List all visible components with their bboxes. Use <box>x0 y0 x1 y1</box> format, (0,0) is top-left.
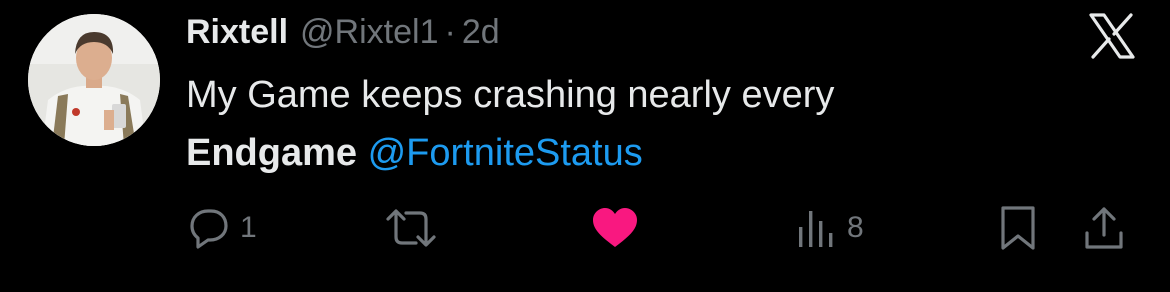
bookmark-icon <box>1001 206 1035 250</box>
reply-button[interactable]: 1 <box>186 198 257 258</box>
bold-text: Endgame <box>186 132 358 174</box>
tweet-card[interactable]: Rixtell @Rixtel1 · 2d My Game keeps cras… <box>0 0 1170 292</box>
like-button[interactable] <box>590 198 640 258</box>
avatar[interactable] <box>28 14 160 146</box>
bookmark-button[interactable] <box>996 198 1040 258</box>
reply-count: 1 <box>240 211 257 244</box>
display-name[interactable]: Rixtell <box>186 13 288 52</box>
retweet-button[interactable] <box>384 198 438 258</box>
timestamp[interactable]: 2d <box>462 13 500 52</box>
views-button[interactable]: 8 <box>795 198 864 258</box>
retweet-icon <box>386 209 436 247</box>
reply-icon <box>190 209 228 249</box>
tweet-text-line-2: Endgame @FortniteStatus <box>186 124 1086 182</box>
heart-icon <box>593 208 637 247</box>
tweet-header: Rixtell @Rixtel1 · 2d <box>186 8 500 56</box>
user-handle[interactable]: @Rixtel1 <box>300 13 438 52</box>
share-button[interactable] <box>1082 198 1126 258</box>
x-logo-icon <box>1089 13 1135 59</box>
views-icon <box>799 211 833 247</box>
action-bar: 1 8 <box>0 198 1170 258</box>
mention-link[interactable]: @FortniteStatus <box>368 132 643 174</box>
avatar-photo <box>28 14 160 146</box>
tweet-text: My Game keeps crashing nearly every Endg… <box>186 66 1086 182</box>
separator-dot: · <box>444 12 456 51</box>
views-count: 8 <box>847 211 864 244</box>
tweet-text-line-1: My Game keeps crashing nearly every <box>186 74 835 116</box>
share-icon <box>1085 207 1123 249</box>
